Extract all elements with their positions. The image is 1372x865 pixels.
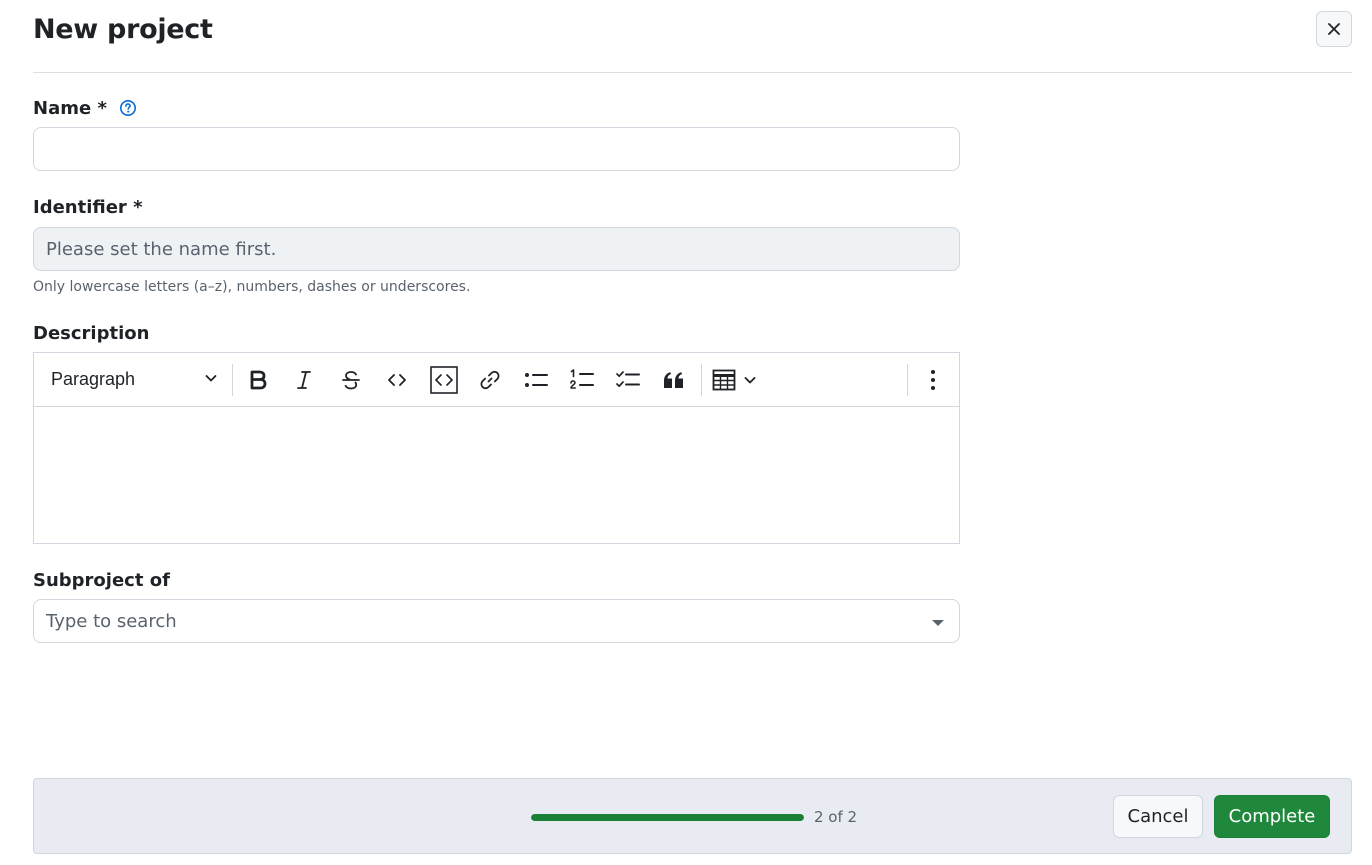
- strikethrough-button[interactable]: [336, 365, 366, 395]
- close-button[interactable]: [1316, 11, 1352, 47]
- more-vertical-icon: [931, 370, 935, 390]
- chevron-down-icon: [744, 377, 756, 384]
- progress-bar-fill: [531, 814, 804, 821]
- dialog-footer: 2 of 2 Cancel Complete: [33, 778, 1352, 854]
- name-label-row: Name *: [33, 98, 137, 122]
- code-icon: [388, 374, 406, 386]
- name-field[interactable]: [33, 127, 960, 171]
- task-list-icon: [616, 371, 640, 388]
- link-button[interactable]: [475, 365, 505, 395]
- strikethrough-icon: [342, 371, 360, 390]
- complete-button[interactable]: Complete: [1214, 795, 1330, 838]
- description-content-area[interactable]: [34, 407, 959, 544]
- table-icon: [712, 369, 736, 391]
- numbered-list-button[interactable]: [567, 365, 597, 395]
- bold-button[interactable]: [243, 365, 273, 395]
- link-icon: [480, 370, 500, 390]
- italic-button[interactable]: [289, 365, 319, 395]
- subproject-placeholder: Type to search: [46, 610, 177, 632]
- cancel-button[interactable]: Cancel: [1113, 795, 1203, 838]
- x-icon: [1328, 23, 1340, 35]
- toolbar-divider: [907, 364, 908, 396]
- code-block-icon: [430, 366, 458, 394]
- identifier-hint: Only lowercase letters (a–z), numbers, d…: [33, 279, 471, 295]
- identifier-label: Identifier *: [33, 197, 143, 218]
- editor-toolbar: Paragraph: [34, 353, 959, 407]
- name-label: Name *: [33, 98, 107, 119]
- progress-bar: [531, 814, 804, 821]
- numbered-list-icon: [570, 369, 594, 389]
- toolbar-divider: [701, 364, 702, 396]
- subproject-label: Subproject of: [33, 570, 170, 591]
- code-button[interactable]: [382, 365, 412, 395]
- page-title: New project: [33, 14, 213, 45]
- paragraph-select-label: Paragraph: [51, 369, 136, 389]
- caret-down-icon: [932, 620, 944, 626]
- bold-icon: [250, 370, 267, 390]
- task-list-button[interactable]: [613, 365, 643, 395]
- blockquote-button[interactable]: [659, 365, 689, 395]
- description-editor: Paragraph: [33, 352, 960, 544]
- more-options-button[interactable]: [918, 365, 948, 395]
- identifier-field[interactable]: Please set the name first.: [33, 227, 960, 271]
- italic-icon: [297, 371, 311, 389]
- code-block-button[interactable]: [429, 365, 459, 395]
- subproject-search-select[interactable]: Type to search: [33, 599, 960, 643]
- bulleted-list-button[interactable]: [521, 365, 551, 395]
- step-indicator: 2 of 2: [814, 808, 858, 826]
- table-button[interactable]: [712, 365, 768, 395]
- description-label: Description: [33, 323, 150, 344]
- bulleted-list-icon: [525, 373, 548, 387]
- paragraph-select[interactable]: Paragraph: [51, 353, 219, 406]
- toolbar-divider: [232, 364, 233, 396]
- dialog-header: New project: [33, 0, 1352, 73]
- question-circle-icon[interactable]: [119, 99, 137, 122]
- chevron-down-icon: [205, 375, 217, 382]
- blockquote-icon: [664, 372, 683, 388]
